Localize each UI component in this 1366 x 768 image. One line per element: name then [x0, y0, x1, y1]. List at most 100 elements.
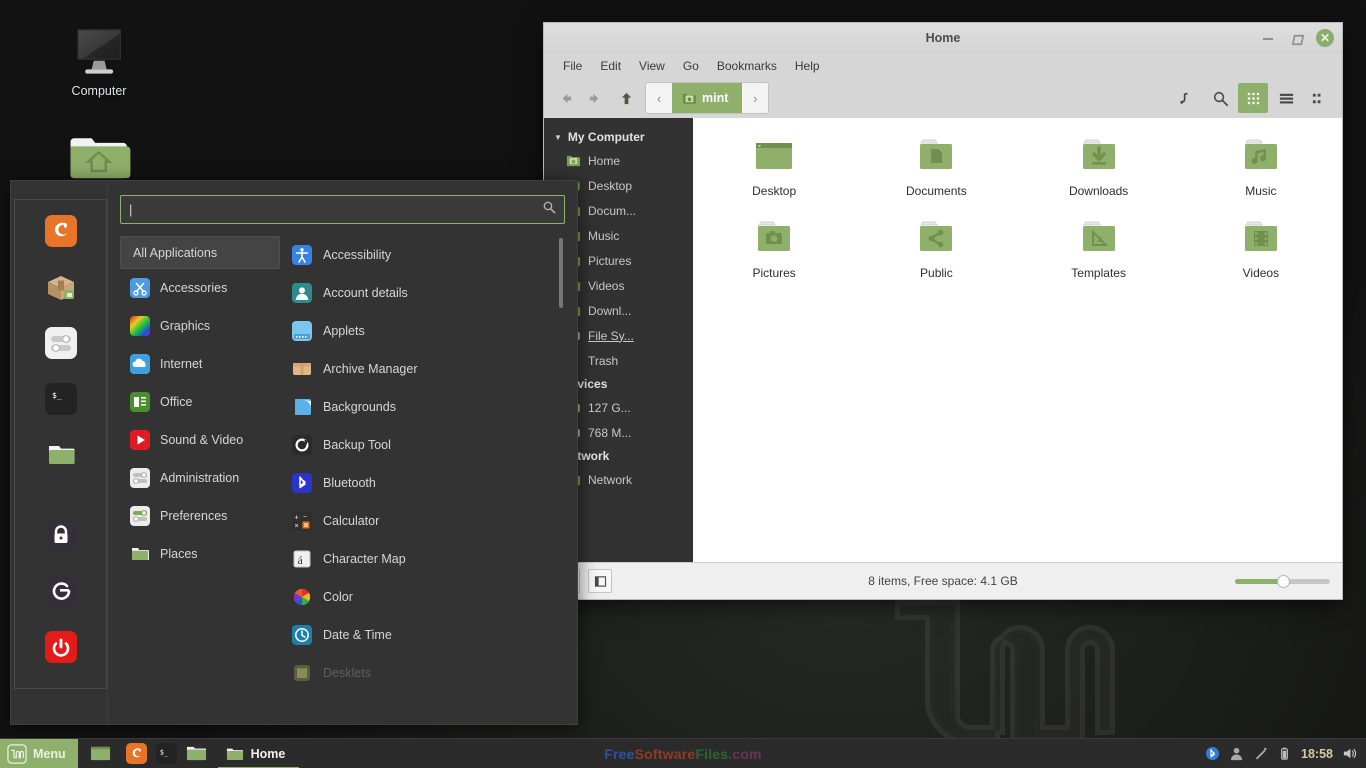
window-titlebar[interactable]: Home ✕ — [544, 23, 1342, 53]
logout-icon[interactable] — [44, 574, 78, 608]
breadcrumb-next-icon[interactable]: › — [742, 83, 768, 113]
file-item-desktop[interactable]: Desktop — [693, 132, 855, 198]
taskbar-window-home[interactable]: Home — [218, 739, 300, 768]
system-tray[interactable]: 18:58 — [1205, 746, 1366, 761]
app-applets[interactable]: Applets — [292, 312, 565, 350]
breadcrumb-current[interactable]: mint — [672, 83, 742, 113]
svg-text:$_: $_ — [160, 748, 169, 756]
software-manager-icon[interactable] — [44, 270, 78, 304]
search-icon[interactable] — [1205, 83, 1235, 113]
backgrounds-icon — [292, 397, 312, 417]
menu-search-box[interactable]: | — [120, 195, 565, 224]
category-accessories[interactable]: Accessories — [120, 269, 280, 307]
file-item-music[interactable]: Music — [1180, 132, 1342, 198]
file-item-label: Music — [1180, 184, 1342, 198]
app-color[interactable]: Color — [292, 578, 565, 616]
category-sound-video[interactable]: Sound & Video — [120, 421, 280, 459]
open-terminal-icon[interactable] — [1172, 83, 1202, 113]
sidebar-header-my-computer[interactable]: ▼ My Computer — [544, 126, 693, 148]
close-icon[interactable]: ✕ — [1316, 29, 1334, 47]
category-label: Accessories — [160, 281, 227, 295]
bluetooth-tray-icon[interactable] — [1205, 746, 1220, 761]
app-account-details[interactable]: Account details — [292, 274, 565, 312]
menu-button[interactable]: Menu — [0, 739, 78, 768]
category-all-applications[interactable]: All Applications — [120, 236, 280, 269]
app-label: Accessibility — [323, 248, 391, 262]
scrollbar-thumb[interactable] — [559, 238, 563, 308]
app-desklets[interactable]: Desklets — [292, 654, 565, 692]
category-places[interactable]: Places — [120, 535, 280, 573]
menu-file[interactable]: File — [554, 57, 591, 75]
menu-bookmarks[interactable]: Bookmarks — [708, 57, 786, 75]
menu-go[interactable]: Go — [674, 57, 708, 75]
desktop-icon-computer[interactable]: Computer — [44, 24, 154, 98]
list-view-icon[interactable] — [1271, 83, 1301, 113]
app-accessibility[interactable]: Accessibility — [292, 236, 565, 274]
user-tray-icon[interactable] — [1229, 746, 1244, 761]
category-administration[interactable]: Administration — [120, 459, 280, 497]
zoom-slider[interactable] — [1235, 573, 1330, 589]
power-off-icon[interactable] — [44, 630, 78, 664]
app-character-map[interactable]: á Character Map — [292, 540, 565, 578]
file-item-documents[interactable]: Documents — [855, 132, 1017, 198]
window-controls: ✕ — [1260, 23, 1334, 53]
category-office[interactable]: Office — [120, 383, 280, 421]
system-settings-icon[interactable] — [44, 326, 78, 360]
show-desktop-icon[interactable] — [86, 739, 116, 768]
forward-arrow-icon[interactable] — [580, 84, 608, 112]
app-backup-tool[interactable]: Backup Tool — [292, 426, 565, 464]
search-icon — [542, 200, 556, 219]
clock[interactable]: 18:58 — [1301, 747, 1333, 761]
up-arrow-icon[interactable] — [612, 84, 640, 112]
app-archive-manager[interactable]: Archive Manager — [292, 350, 565, 388]
menubar[interactable]: File Edit View Go Bookmarks Help — [544, 53, 1342, 78]
compact-view-icon[interactable] — [1304, 83, 1334, 113]
file-item-public[interactable]: Public — [855, 214, 1017, 280]
app-bluetooth[interactable]: Bluetooth — [292, 464, 565, 502]
breadcrumb-prev-icon[interactable]: ‹ — [646, 83, 672, 113]
menu-view[interactable]: View — [630, 57, 674, 75]
sidebar-item-label: Music — [588, 229, 619, 243]
toggle-sidebar-icon[interactable] — [588, 569, 612, 593]
file-manager-window[interactable]: Home ✕ File Edit View Go Bookmarks Help — [543, 22, 1343, 600]
icon-view-icon[interactable] — [1238, 83, 1268, 113]
file-item-templates[interactable]: Templates — [1018, 214, 1180, 280]
sidebar-item-home[interactable]: Home — [544, 148, 693, 173]
breadcrumb[interactable]: ‹ mint › — [646, 83, 768, 113]
firefox-icon[interactable] — [44, 214, 78, 248]
file-item-videos[interactable]: Videos — [1180, 214, 1342, 280]
menu-edit[interactable]: Edit — [591, 57, 630, 75]
category-internet[interactable]: Internet — [120, 345, 280, 383]
application-menu[interactable]: $_ — [10, 180, 578, 725]
terminal-launcher-icon[interactable]: $_ — [152, 739, 182, 768]
minimize-icon[interactable] — [1260, 30, 1276, 46]
search-input[interactable] — [132, 203, 542, 217]
battery-tray-icon[interactable] — [1277, 746, 1292, 761]
app-date-time[interactable]: Date & Time — [292, 616, 565, 654]
slider-knob[interactable] — [1277, 575, 1290, 588]
back-arrow-icon[interactable] — [552, 84, 580, 112]
category-graphics[interactable]: Graphics — [120, 307, 280, 345]
app-backgrounds[interactable]: Backgrounds — [292, 388, 565, 426]
desktop[interactable]: Computer Home Home ✕ File Edit View Go — [0, 0, 1366, 768]
file-item-pictures[interactable]: Pictures — [693, 214, 855, 280]
menu-help[interactable]: Help — [786, 57, 829, 75]
update-manager-tray-icon[interactable] — [1253, 746, 1268, 761]
files-launcher-icon[interactable] — [182, 739, 212, 768]
svg-text:$_: $_ — [52, 391, 62, 400]
application-list[interactable]: Accessibility Account details — [280, 236, 565, 724]
volume-tray-icon[interactable] — [1342, 746, 1357, 761]
category-preferences[interactable]: Preferences — [120, 497, 280, 535]
lock-screen-icon[interactable] — [44, 518, 78, 552]
app-calculator[interactable]: + − × Calculator — [292, 502, 565, 540]
terminal-icon[interactable]: $_ — [44, 382, 78, 416]
file-list-area[interactable]: Desktop Documents — [693, 118, 1342, 562]
toolbar[interactable]: ‹ mint › — [544, 78, 1342, 118]
category-list[interactable]: All Applications Accessories — [120, 236, 280, 724]
file-item-downloads[interactable]: Downloads — [1018, 132, 1180, 198]
firefox-launcher-icon[interactable] — [122, 739, 152, 768]
files-icon[interactable] — [44, 438, 78, 472]
taskbar[interactable]: Menu $_ Home — [0, 738, 1366, 768]
accessibility-icon — [292, 245, 312, 265]
maximize-icon[interactable] — [1288, 30, 1304, 46]
